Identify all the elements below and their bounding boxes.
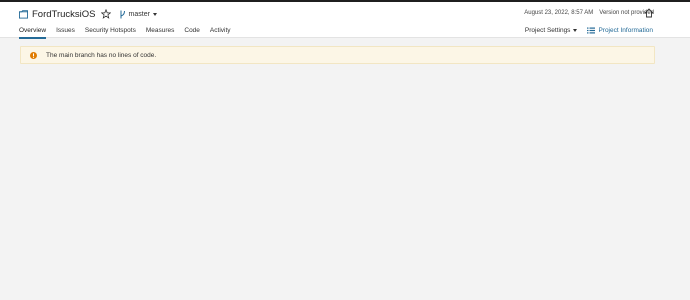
tab-overview[interactable]: Overview: [19, 27, 47, 39]
alert-message: The main branch has no lines of code.: [46, 51, 157, 59]
chevron-down-icon: [573, 29, 578, 32]
analysis-meta: August 23, 2022, 8:57 AM Version not pro…: [524, 10, 654, 16]
project-information-label: Project Information: [598, 27, 653, 34]
tab-activity[interactable]: Activity: [210, 27, 231, 39]
tab-code[interactable]: Code: [184, 27, 200, 39]
project-information-button[interactable]: Project Information: [587, 27, 653, 34]
home-icon[interactable]: [644, 8, 654, 18]
project-header: FordTrucksiOS master August 23, 2022, 8:…: [0, 2, 690, 39]
branch-selector[interactable]: master: [129, 11, 150, 18]
project-settings-button[interactable]: Project Settings: [525, 27, 578, 34]
folder-icon: [19, 9, 28, 19]
chevron-down-icon[interactable]: [152, 12, 157, 16]
header-actions: Project Settings Project Information: [525, 27, 653, 34]
project-tabs: Overview Issues Security Hotspots Measur…: [19, 27, 231, 39]
tab-measures[interactable]: Measures: [146, 27, 175, 39]
warning-icon: [30, 51, 37, 59]
project-title-row: FordTrucksiOS master: [19, 7, 157, 21]
no-code-alert: The main branch has no lines of code.: [20, 46, 655, 64]
project-name[interactable]: FordTrucksiOS: [32, 9, 96, 20]
list-icon: [587, 27, 596, 34]
star-icon[interactable]: [100, 9, 111, 19]
project-settings-label: Project Settings: [524, 27, 571, 34]
tab-issues[interactable]: Issues: [56, 27, 75, 39]
tab-security-hotspots[interactable]: Security Hotspots: [85, 27, 136, 39]
analysis-date: August 23, 2022, 8:57 AM: [524, 10, 594, 16]
branch-icon: [120, 10, 125, 18]
